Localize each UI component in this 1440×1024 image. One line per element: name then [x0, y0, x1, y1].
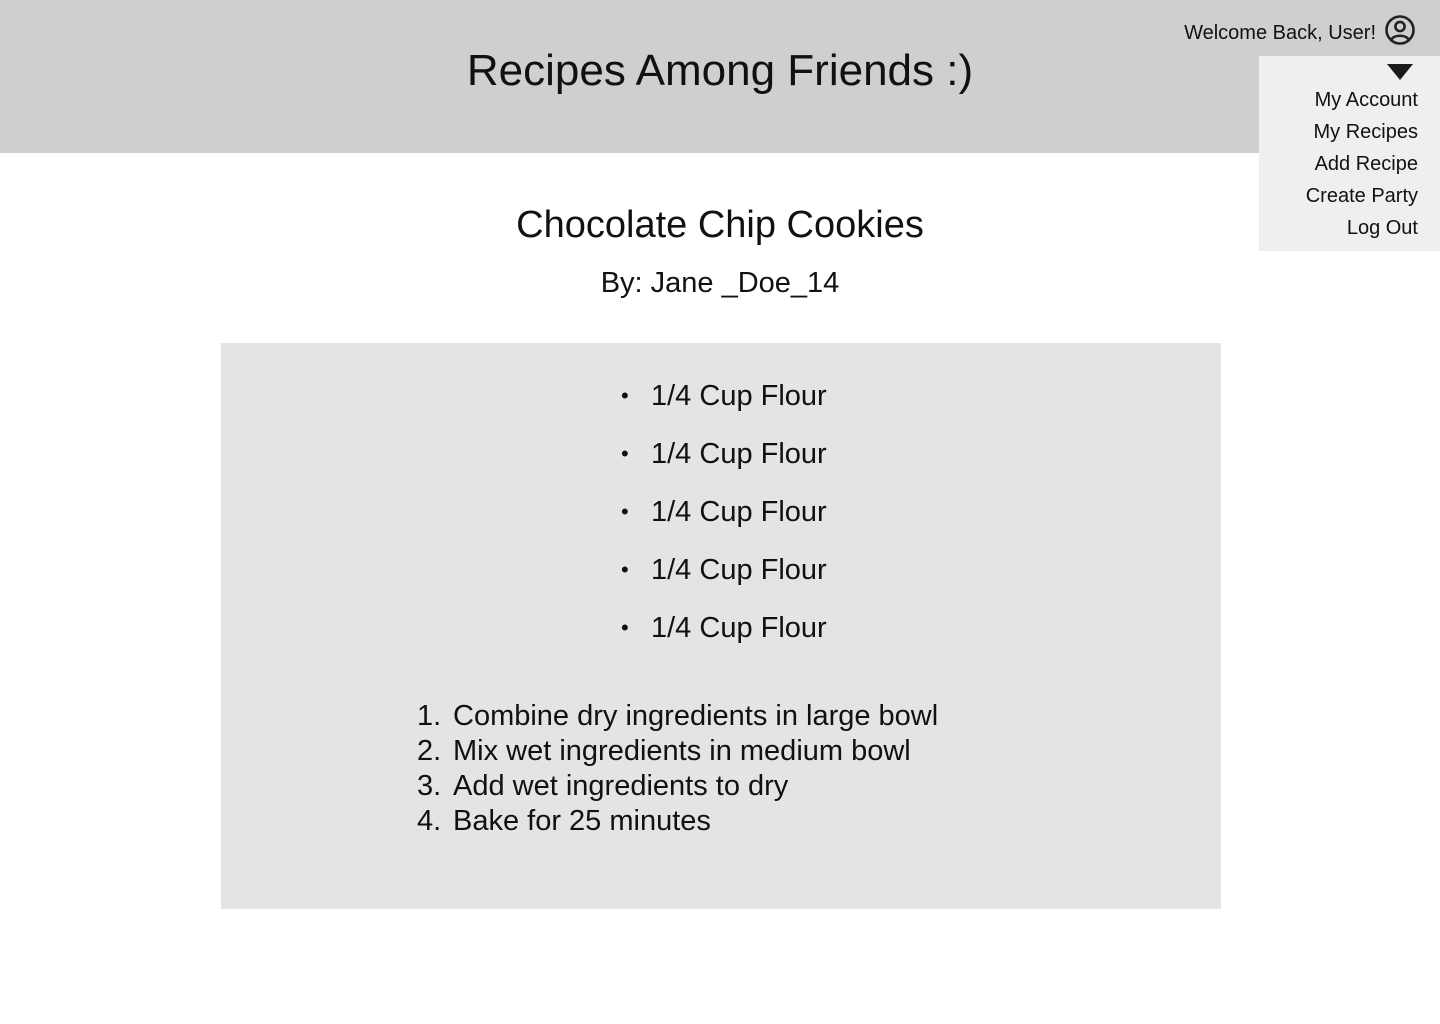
ingredient-item: • 1/4 Cup Flour: [621, 373, 827, 431]
ingredient-text: 1/4 Cup Flour: [651, 380, 827, 412]
recipe-card: • 1/4 Cup Flour • 1/4 Cup Flour • 1/4 Cu…: [221, 343, 1221, 909]
instruction-step: 2. Mix wet ingredients in medium bowl: [417, 734, 938, 769]
user-circle-icon[interactable]: [1384, 14, 1416, 46]
ingredient-text: 1/4 Cup Flour: [651, 496, 827, 528]
ingredient-item: • 1/4 Cup Flour: [621, 605, 827, 663]
ingredient-item: • 1/4 Cup Flour: [621, 489, 827, 547]
bullet-icon: •: [621, 499, 629, 524]
step-number: 4.: [417, 805, 442, 837]
recipe-author: By: Jane _Doe_14: [600, 267, 840, 299]
step-text: Add wet ingredients to dry: [453, 770, 789, 802]
ingredient-text: 1/4 Cup Flour: [651, 438, 827, 470]
recipe-title: Chocolate Chip Cookies: [516, 204, 924, 246]
ingredient-item: • 1/4 Cup Flour: [621, 431, 827, 489]
instruction-step: 4. Bake for 25 minutes: [417, 804, 938, 839]
menu-item-add-recipe[interactable]: Add Recipe: [1306, 148, 1418, 180]
step-text: Bake for 25 minutes: [453, 805, 711, 837]
bullet-icon: •: [621, 615, 629, 640]
step-number: 1.: [417, 700, 442, 732]
ingredient-text: 1/4 Cup Flour: [651, 612, 827, 644]
menu-item-my-account[interactable]: My Account: [1306, 84, 1418, 116]
caret-down-icon[interactable]: [1387, 64, 1413, 80]
instruction-step: 1. Combine dry ingredients in large bowl: [417, 699, 938, 734]
step-text: Mix wet ingredients in medium bowl: [453, 735, 911, 767]
ingredient-text: 1/4 Cup Flour: [651, 554, 827, 586]
site-title: Recipes Among Friends :): [466, 46, 974, 95]
instruction-step: 3. Add wet ingredients to dry: [417, 769, 938, 804]
header-bar: Recipes Among Friends :) Welcome Back, U…: [0, 0, 1440, 153]
bullet-icon: •: [621, 441, 629, 466]
step-text: Combine dry ingredients in large bowl: [453, 700, 939, 732]
welcome-message: Welcome Back, User!: [1184, 22, 1376, 44]
instructions-list: 1. Combine dry ingredients in large bowl…: [417, 699, 938, 839]
menu-item-my-recipes[interactable]: My Recipes: [1306, 116, 1418, 148]
ingredients-list: • 1/4 Cup Flour • 1/4 Cup Flour • 1/4 Cu…: [621, 373, 827, 663]
ingredient-item: • 1/4 Cup Flour: [621, 547, 827, 605]
step-number: 2.: [417, 735, 442, 767]
bullet-icon: •: [621, 383, 629, 408]
bullet-icon: •: [621, 557, 629, 582]
step-number: 3.: [417, 770, 442, 802]
